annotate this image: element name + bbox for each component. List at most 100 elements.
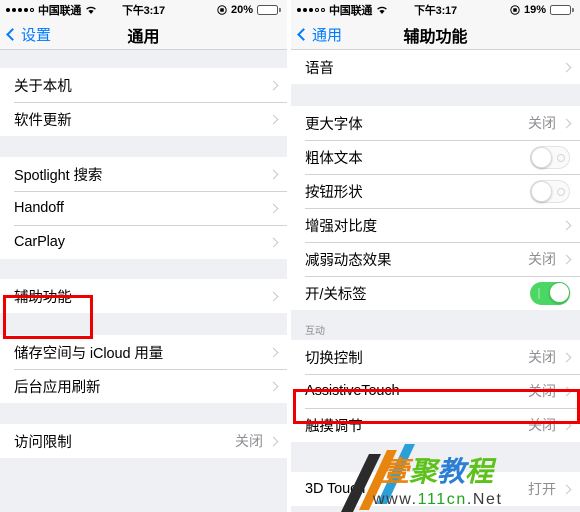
settings-group-device: 关于本机 软件更新 <box>0 68 287 136</box>
chevron-right-icon <box>268 203 279 213</box>
settings-group-storage: 储存空间与 iCloud 用量 后台应用刷新 <box>0 335 287 403</box>
list-item-label: 3D Touch <box>305 481 366 497</box>
toggle-button-shapes[interactable] <box>530 179 570 203</box>
right-status-right-group: 19% <box>510 4 574 16</box>
list-item-value: 关闭 <box>528 417 556 433</box>
list-item-spotlight-search[interactable]: Spotlight 搜索 <box>0 157 287 191</box>
list-item-label: 增强对比度 <box>305 218 377 235</box>
list-item-label: 按钮形状 <box>305 184 363 201</box>
right-status-bar: 中国联通 下午3:17 19% <box>291 0 580 20</box>
list-item-accessibility[interactable]: 辅助功能 <box>0 279 287 313</box>
settings-group-accessibility: 辅助功能 <box>0 279 287 313</box>
list-item-touch-accommodations[interactable]: 触摸调节 关闭 <box>291 408 580 442</box>
list-item-value: 关闭 <box>528 383 556 399</box>
list-item-about[interactable]: 关于本机 <box>0 68 287 102</box>
chevron-right-icon <box>268 291 279 301</box>
settings-group-interaction: 切换控制 关闭 AssistiveTouch 关闭 触摸调节 关闭 <box>291 340 580 442</box>
list-item-label: 开/关标签 <box>305 286 367 303</box>
list-item-label: 更大字体 <box>305 116 363 133</box>
list-spacer <box>0 50 287 68</box>
list-item-label: 语音 <box>305 60 334 77</box>
toggle-onoff-labels[interactable] <box>530 281 570 305</box>
right-settings-list[interactable]: 语音 更大字体 关闭 粗体文本 按钮形状 增强对比度 减弱动态效果 关闭 开/关… <box>291 50 580 512</box>
chevron-right-icon <box>268 347 279 357</box>
list-item-value: 关闭 <box>235 433 263 449</box>
list-item-label: 减弱动态效果 <box>305 252 392 269</box>
chevron-right-icon <box>268 169 279 179</box>
list-spacer <box>0 313 287 335</box>
right-nav-bar: 通用 辅助功能 <box>291 20 580 50</box>
list-item-carplay[interactable]: CarPlay <box>0 225 287 259</box>
chevron-left-icon <box>6 28 19 41</box>
chevron-right-icon <box>268 80 279 90</box>
back-button[interactable]: 设置 <box>6 24 52 45</box>
list-item-label: 后台应用刷新 <box>14 379 101 396</box>
list-spacer <box>0 136 287 157</box>
list-item-value: 打开 <box>528 481 556 497</box>
back-button-label: 通用 <box>312 27 343 44</box>
list-item-larger-text[interactable]: 更大字体 关闭 <box>291 106 580 140</box>
left-status-right-group: 20% <box>217 4 281 16</box>
list-item-label: 关于本机 <box>14 78 72 95</box>
list-item-label: CarPlay <box>14 234 65 250</box>
list-item-value: 关闭 <box>528 251 556 267</box>
list-item-software-update[interactable]: 软件更新 <box>0 102 287 136</box>
list-spacer <box>0 259 287 279</box>
chevron-right-icon <box>268 381 279 391</box>
list-item-background-refresh[interactable]: 后台应用刷新 <box>0 369 287 403</box>
rotation-lock-icon <box>510 5 520 15</box>
left-nav-bar: 设置 通用 <box>0 20 287 50</box>
list-item-label: Handoff <box>14 200 64 216</box>
right-phone-screen: 中国联通 下午3:17 19% 通用 辅助功能 语音 更大字体 关闭 粗体文本 … <box>291 0 580 512</box>
list-item-onoff-labels[interactable]: 开/关标签 <box>291 276 580 310</box>
list-item-increase-contrast[interactable]: 增强对比度 <box>291 208 580 242</box>
battery-icon <box>550 5 574 15</box>
list-item-3d-touch[interactable]: 3D Touch 打开 <box>291 472 580 506</box>
settings-group-display: 更大字体 关闭 粗体文本 按钮形状 增强对比度 减弱动态效果 关闭 开/关标签 <box>291 106 580 310</box>
chevron-right-icon <box>268 436 279 446</box>
list-item-switch-control[interactable]: 切换控制 关闭 <box>291 340 580 374</box>
battery-icon <box>257 5 281 15</box>
list-item-label: Spotlight 搜索 <box>14 167 103 184</box>
section-header-interaction: 互动 <box>291 310 580 340</box>
rotation-lock-icon <box>217 5 227 15</box>
settings-group-3dtouch: 3D Touch 打开 <box>291 472 580 506</box>
list-item-button-shapes[interactable]: 按钮形状 <box>291 174 580 208</box>
toggle-bold-text[interactable] <box>530 145 570 169</box>
left-settings-list[interactable]: 关于本机 软件更新 Spotlight 搜索 Handoff CarPlay 辅… <box>0 50 287 512</box>
chevron-right-icon <box>561 220 572 230</box>
settings-group-features: Spotlight 搜索 Handoff CarPlay <box>0 157 287 259</box>
dual-screenshot-container: 中国联通 下午3:17 20% 设置 通用 关于本机 软件更新 Spotligh… <box>0 0 580 512</box>
chevron-right-icon <box>561 352 572 362</box>
list-spacer <box>291 84 580 106</box>
list-item-restrictions[interactable]: 访问限制 关闭 <box>0 424 287 458</box>
list-item-value: 关闭 <box>528 349 556 365</box>
list-item-label: 访问限制 <box>14 434 72 451</box>
list-item-speech[interactable]: 语音 <box>291 50 580 84</box>
chevron-right-icon <box>561 62 572 72</box>
chevron-right-icon <box>268 114 279 124</box>
back-button-label: 设置 <box>21 27 52 44</box>
left-phone-screen: 中国联通 下午3:17 20% 设置 通用 关于本机 软件更新 Spotligh… <box>0 0 287 512</box>
list-spacer <box>291 442 580 472</box>
list-item-value: 关闭 <box>528 115 556 131</box>
list-item-label: 软件更新 <box>14 112 72 129</box>
list-item-storage-icloud[interactable]: 储存空间与 iCloud 用量 <box>0 335 287 369</box>
chevron-right-icon <box>561 386 572 396</box>
list-item-reduce-motion[interactable]: 减弱动态效果 关闭 <box>291 242 580 276</box>
chevron-right-icon <box>268 237 279 247</box>
chevron-right-icon <box>561 420 572 430</box>
list-item-handoff[interactable]: Handoff <box>0 191 287 225</box>
list-item-label: 触摸调节 <box>305 418 363 435</box>
list-item-label: 粗体文本 <box>305 150 363 167</box>
chevron-left-icon <box>297 28 310 41</box>
back-button[interactable]: 通用 <box>297 24 343 45</box>
chevron-right-icon <box>561 484 572 494</box>
left-status-bar: 中国联通 下午3:17 20% <box>0 0 287 20</box>
list-item-label: 切换控制 <box>305 350 363 367</box>
chevron-right-icon <box>561 254 572 264</box>
list-item-assistivetouch[interactable]: AssistiveTouch 关闭 <box>291 374 580 408</box>
list-item-bold-text[interactable]: 粗体文本 <box>291 140 580 174</box>
settings-group-vision-speech: 语音 <box>291 50 580 84</box>
chevron-right-icon <box>561 118 572 128</box>
